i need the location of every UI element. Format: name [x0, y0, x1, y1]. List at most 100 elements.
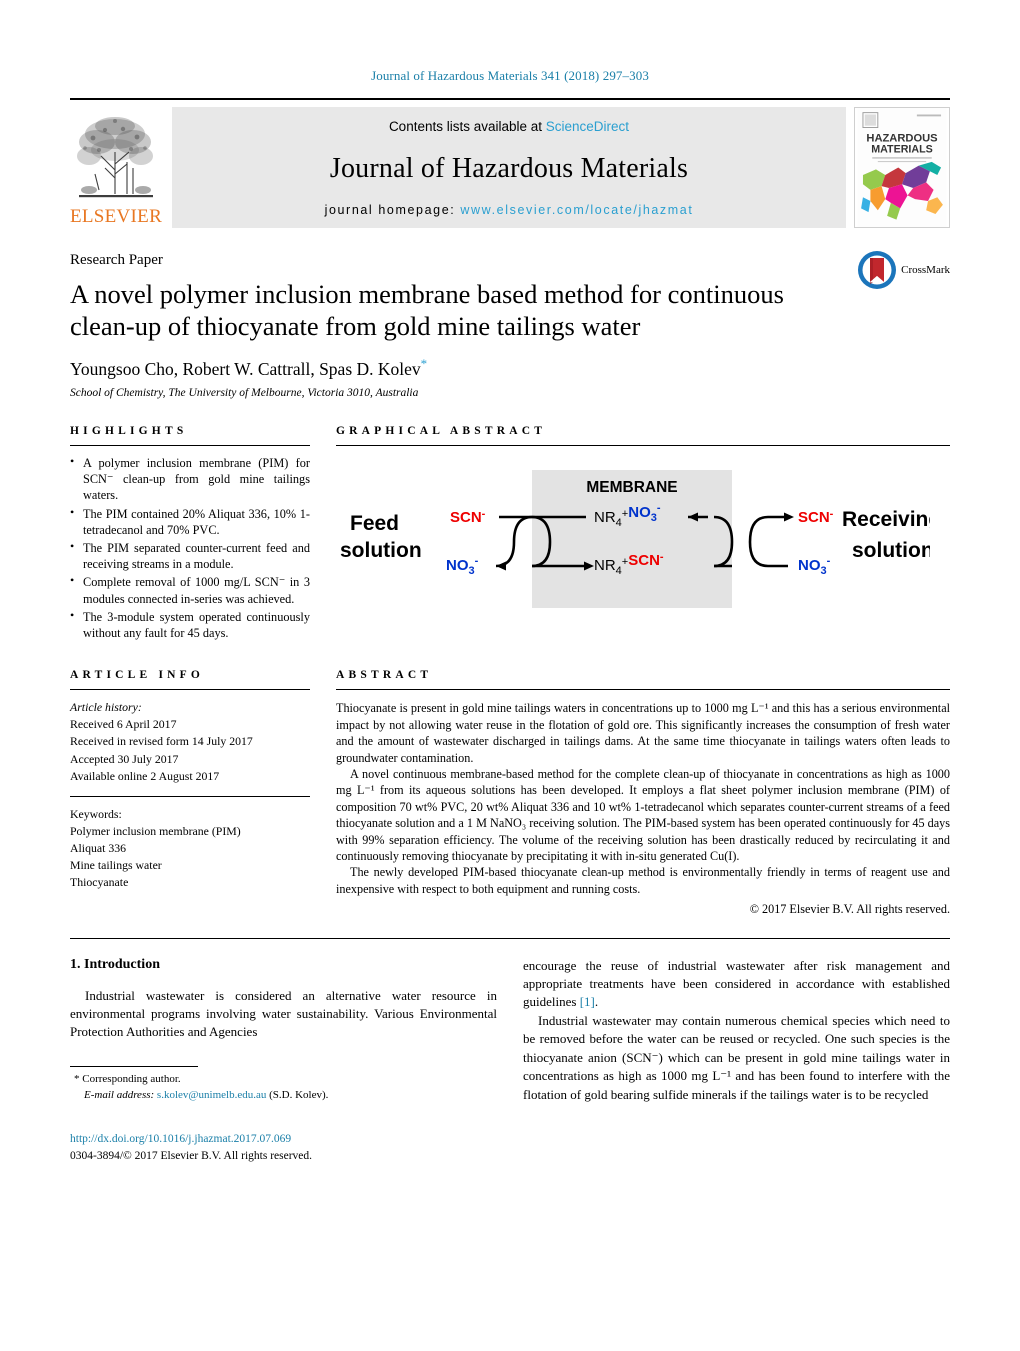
email-owner: (S.D. Kolev).: [269, 1088, 329, 1101]
graphical-abstract-figure: MEMBRANE Feed solution SCN- NO3- NR4+NO3…: [336, 458, 950, 623]
history-item: Accepted 30 July 2017: [70, 751, 179, 766]
highlights-graphical-band: HIGHLIGHTS A polymer inclusion membrane …: [70, 399, 950, 643]
body-paragraph: encourage the reuse of industrial wastew…: [523, 957, 950, 1012]
keyword-item: Polymer inclusion membrane (PIM): [70, 823, 241, 838]
sciencedirect-link[interactable]: ScienceDirect: [546, 119, 629, 134]
abstract-body: Thiocyanate is present in gold mine tail…: [336, 700, 950, 917]
body-paragraph: Industrial wastewater may contain numero…: [523, 1012, 950, 1102]
corresponding-author-footnote: * Corresponding author. E-mail address: …: [70, 1072, 497, 1103]
running-head: Journal of Hazardous Materials 341 (2018…: [371, 68, 649, 83]
page-title: A novel polymer inclusion membrane based…: [70, 279, 784, 341]
journal-masthead: ELSEVIER Contents lists available at Sci…: [70, 98, 950, 228]
membrane-label: MEMBRANE: [586, 479, 677, 496]
feed-no3-label: NO3-: [446, 555, 479, 577]
abstract-paragraph: The newly developed PIM-based thiocyanat…: [336, 865, 950, 896]
article-history: Article history: Received 6 April 2017 R…: [70, 699, 310, 784]
journal-title: Journal of Hazardous Materials: [329, 152, 689, 184]
abstract-copyright: © 2017 Elsevier B.V. All rights reserved…: [749, 902, 950, 917]
article-info-divider: [70, 689, 310, 691]
elsevier-wordmark: ELSEVIER: [69, 206, 163, 227]
graphical-abstract-heading: GRAPHICAL ABSTRACT: [336, 424, 547, 437]
keywords-divider: [70, 795, 310, 797]
abstract-paragraph: A novel continuous membrane-based method…: [336, 766, 950, 863]
body-column-left: 1. Introduction Industrial wastewater is…: [70, 957, 497, 1166]
crossmark-badge[interactable]: CrossMark: [857, 250, 950, 290]
feed-no3-path: [495, 515, 533, 568]
abstract-divider: [336, 689, 950, 691]
article-info-column: ARTICLE INFO Article history: Received 6…: [70, 643, 310, 917]
crossmark-label: CrossMark: [901, 264, 950, 276]
body-column-right: encourage the reuse of industrial wastew…: [523, 957, 950, 1166]
journal-homepage-line: journal homepage: www.elsevier.com/locat…: [325, 203, 694, 217]
doi-link[interactable]: http://dx.doi.org/10.1016/j.jhazmat.2017…: [70, 1131, 497, 1148]
recv-no3-label: NO3-: [798, 555, 831, 577]
email-link[interactable]: s.kolev@unimelb.edu.au: [157, 1089, 266, 1101]
masthead-center: Contents lists available at ScienceDirec…: [172, 107, 846, 228]
feed-scn-label: SCN-: [450, 508, 486, 526]
author-list: Youngsoo Cho, Robert W. Cattrall, Spas D…: [70, 356, 950, 380]
corresponding-author-marker: *: [420, 356, 428, 372]
history-item: Available online 2 August 2017: [70, 768, 220, 783]
list-item: The 3-module system operated continuousl…: [70, 608, 310, 641]
graphical-abstract-divider: [336, 444, 950, 446]
citation-ref-1[interactable]: [1]: [580, 994, 595, 1009]
cover-art: HAZARDOUS MATERIALS: [857, 108, 947, 227]
journal-cover-thumbnail: HAZARDOUS MATERIALS: [854, 107, 950, 228]
svg-text:MATERIALS: MATERIALS: [871, 144, 933, 156]
list-item: The PIM separated counter-current feed a…: [70, 539, 310, 572]
crossmark-icon: [858, 251, 897, 289]
homepage-prefix: journal homepage:: [324, 203, 461, 217]
highlights-heading: HIGHLIGHTS: [70, 424, 188, 437]
body-paragraph: Industrial wastewater is considered an a…: [70, 987, 497, 1040]
footnote-marker: *: [74, 1072, 80, 1085]
intro-right-text: encourage the reuse of industrial wastew…: [523, 957, 950, 1105]
list-item: A polymer inclusion membrane (PIM) for S…: [70, 454, 310, 504]
issn-copyright-line: 0304-3894/© 2017 Elsevier B.V. All right…: [70, 1150, 313, 1163]
abstract-heading: ABSTRACT: [336, 669, 433, 682]
membrane-transport-diagram: MEMBRANE Feed solution SCN- NO3- NR4+NO3…: [340, 469, 930, 608]
homepage-link[interactable]: www.elsevier.com/locate/jhazmat: [460, 203, 693, 217]
body-text-b: .: [594, 994, 599, 1010]
history-item: Received 6 April 2017: [70, 717, 177, 732]
elsevier-logo: ELSEVIER: [70, 107, 162, 228]
feed-solution-line2: solution: [340, 539, 422, 562]
recv-scn-arrowhead: [784, 512, 794, 522]
section-heading-introduction: 1. Introduction: [70, 956, 160, 972]
history-item: Received in revised form 14 July 2017: [70, 734, 253, 749]
articleinfo-abstract-band: ARTICLE INFO Article history: Received 6…: [70, 643, 950, 917]
keywords-block: Keywords: Polymer inclusion membrane (PI…: [70, 806, 310, 891]
highlights-column: HIGHLIGHTS A polymer inclusion membrane …: [70, 399, 310, 643]
feed-solution-line1: Feed: [350, 512, 399, 535]
contents-available-line: Contents lists available at ScienceDirec…: [389, 119, 629, 134]
graphical-abstract-column: GRAPHICAL ABSTRACT MEMBRANE Feed solutio…: [336, 399, 950, 643]
author-names: Youngsoo Cho, Robert W. Cattrall, Spas D…: [70, 358, 421, 379]
article-info-heading: ARTICLE INFO: [70, 669, 205, 682]
feed-no3-arrowhead: [496, 561, 506, 571]
paper-type-label: Research Paper: [70, 252, 163, 268]
keyword-item: Thiocyanate: [70, 875, 129, 890]
contents-prefix: Contents lists available at: [388, 119, 546, 134]
svg-text:HAZARDOUS: HAZARDOUS: [866, 132, 937, 144]
keyword-item: Mine tailings water: [70, 858, 162, 873]
footnote-label: Corresponding author.: [82, 1072, 181, 1085]
footnote-separator: [70, 1065, 198, 1067]
receiving-solution-line2: solution: [852, 539, 930, 562]
elsevier-tree-icon: [77, 117, 153, 198]
recv-scn-label: SCN-: [798, 508, 834, 526]
article-history-label: Article history:: [70, 700, 142, 715]
keywords-label: Keywords:: [70, 806, 122, 821]
title-block: Research Paper A novel polymer inclusion…: [70, 228, 950, 399]
highlights-divider: [70, 444, 310, 446]
highlights-list: A polymer inclusion membrane (PIM) for S…: [70, 454, 310, 641]
doi-block: http://dx.doi.org/10.1016/j.jhazmat.2017…: [70, 1131, 497, 1166]
article-page: Journal of Hazardous Materials 341 (2018…: [0, 0, 1020, 1351]
intro-left-text: Industrial wastewater is considered an a…: [70, 987, 497, 1042]
affiliation: School of Chemistry, The University of M…: [70, 386, 419, 399]
list-item: The PIM contained 20% Aliquat 336, 10% 1…: [70, 505, 310, 538]
article-body: 1. Introduction Industrial wastewater is…: [70, 937, 950, 1166]
list-item: Complete removal of 1000 mg/L SCN⁻ in 3 …: [70, 573, 310, 606]
recv-outer-path: [748, 515, 769, 568]
keyword-item: Aliquat 336: [70, 840, 127, 855]
abstract-column: ABSTRACT Thiocyanate is present in gold …: [336, 643, 950, 917]
abstract-paragraph: Thiocyanate is present in gold mine tail…: [336, 701, 950, 765]
